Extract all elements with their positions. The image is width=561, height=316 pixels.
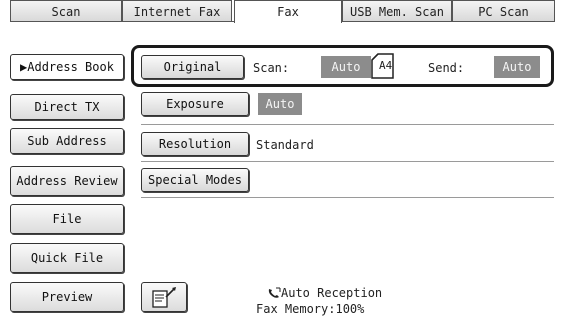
button-label: Exposure <box>166 97 224 111</box>
resolution-button[interactable]: Resolution <box>141 132 249 156</box>
direct-tx-button[interactable]: Direct TX <box>10 94 124 120</box>
send-value: Auto <box>502 60 532 74</box>
exposure-value: Auto <box>265 97 295 111</box>
sub-address-button[interactable]: Sub Address <box>10 128 124 154</box>
tab-label: Fax <box>277 5 299 19</box>
tab-scan[interactable]: Scan <box>10 0 122 22</box>
divider <box>141 161 554 162</box>
button-label: Direct TX <box>34 100 100 114</box>
paper-size-label: A4 <box>379 59 393 72</box>
file-button[interactable]: File <box>10 204 124 234</box>
preview-button[interactable]: Preview <box>10 282 124 312</box>
divider <box>141 197 554 198</box>
tab-label: PC Scan <box>478 4 529 19</box>
button-label: ▶Address Book <box>20 60 114 74</box>
tab-label: Internet Fax <box>133 4 221 19</box>
button-label: Resolution <box>158 137 232 151</box>
tab-label: Scan <box>51 4 81 19</box>
original-button[interactable]: Original <box>141 55 244 79</box>
tab-divider <box>342 21 555 22</box>
divider <box>141 124 554 125</box>
phone-icon <box>268 287 281 298</box>
button-label: Special Modes <box>148 173 242 187</box>
button-label: Quick File <box>30 251 104 265</box>
tab-label: USB Mem. Scan <box>350 4 444 19</box>
tab-fax[interactable]: Fax <box>234 0 342 23</box>
exposure-value-badge: Auto <box>258 93 302 115</box>
scan-label: Scan: <box>253 61 290 75</box>
exposure-button[interactable]: Exposure <box>141 92 249 116</box>
resolution-value: Standard <box>256 138 314 152</box>
send-value-badge: Auto <box>494 56 540 78</box>
tab-internet-fax[interactable]: Internet Fax <box>122 0 232 22</box>
scan-value: Auto <box>331 60 361 74</box>
reception-status: Auto Reception <box>281 286 383 300</box>
scan-value-badge: Auto <box>321 56 371 78</box>
special-modes-button[interactable]: Special Modes <box>141 168 249 192</box>
document-edit-icon <box>152 287 176 308</box>
button-label: Address Review <box>16 174 118 188</box>
send-label: Send: <box>428 61 465 75</box>
job-program-button[interactable] <box>141 282 187 312</box>
tab-pc-scan[interactable]: PC Scan <box>452 0 555 22</box>
quick-file-button[interactable]: Quick File <box>10 243 124 273</box>
tab-divider <box>10 21 234 22</box>
address-review-button[interactable]: Address Review <box>10 166 124 196</box>
button-label: File <box>52 212 82 226</box>
tab-usb-mem-scan[interactable]: USB Mem. Scan <box>342 0 452 22</box>
button-label: Preview <box>41 290 93 304</box>
address-book-button[interactable]: ▶Address Book <box>10 54 124 80</box>
button-label: Original <box>163 60 222 74</box>
button-label: Sub Address <box>27 134 107 148</box>
